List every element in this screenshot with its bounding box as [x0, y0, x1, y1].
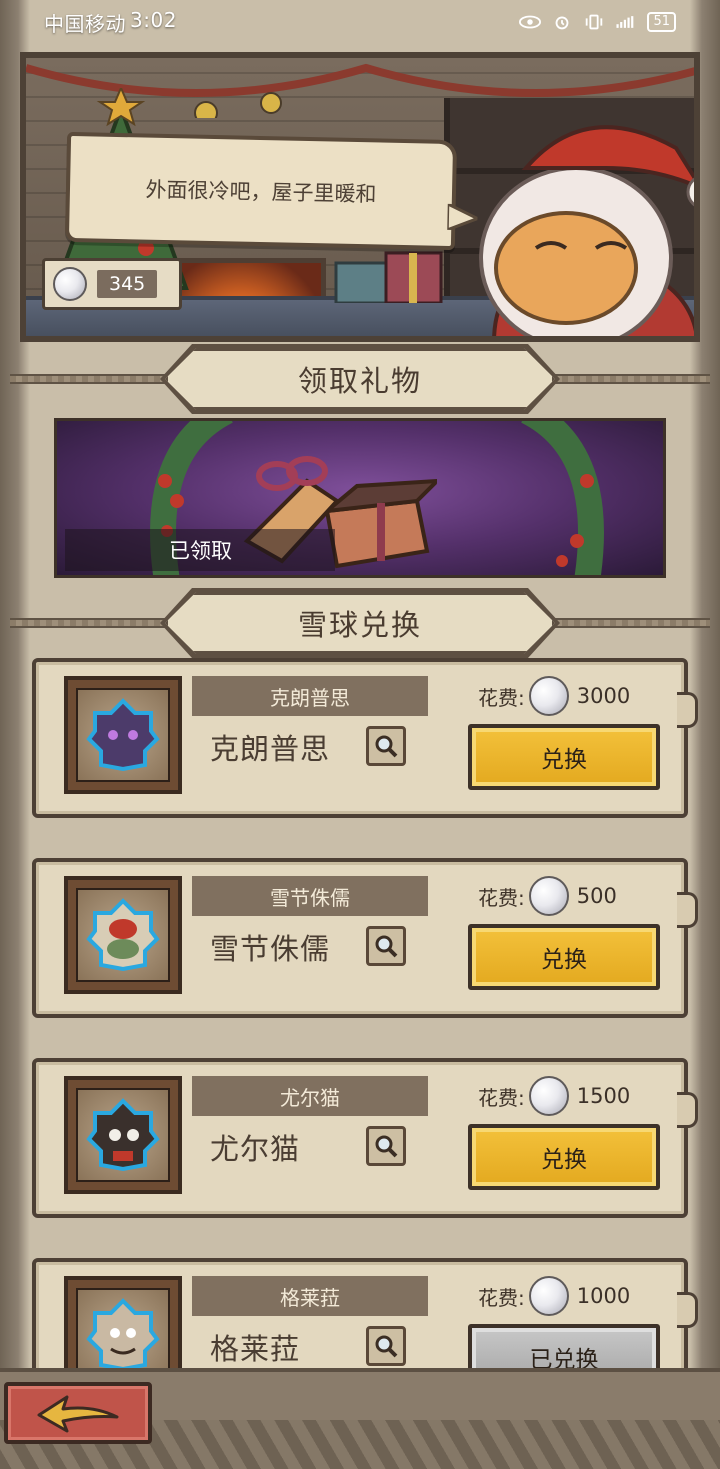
snowball-icon [528, 676, 569, 716]
snowball-icon [53, 267, 87, 301]
inspect-button[interactable] [366, 726, 406, 766]
exchange-item-card: 雪节侏儒 雪节侏儒 花费: 500 兑换 [32, 858, 698, 1018]
inspect-button[interactable] [366, 926, 406, 966]
exchanged-button[interactable]: 已兑换 [468, 1324, 660, 1368]
krampus-avatar-icon [86, 698, 160, 772]
item-name-tag: 格莱菈 [192, 1276, 428, 1316]
character-portrait [76, 1288, 170, 1368]
alarm-icon [556, 16, 569, 30]
snowball-icon [528, 1076, 569, 1116]
status-left: 中国移动 3:02 [44, 8, 519, 37]
back-button[interactable] [4, 1382, 152, 1444]
exchange-button[interactable]: 兑换 [468, 724, 660, 790]
inspect-button[interactable] [366, 1326, 406, 1366]
item-name-tag: 雪节侏儒 [192, 876, 428, 916]
cost-label: 花费: [478, 1085, 525, 1110]
wreath-right-illustration [520, 421, 604, 575]
cost-value: 1000 [576, 1284, 631, 1308]
exchange-item-card: 克朗普思 克朗普思 花费: 3000 兑换 [32, 658, 698, 818]
vibrate-icon [586, 14, 603, 30]
exchange-button[interactable]: 兑换 [468, 924, 660, 990]
snowball-icon [528, 1276, 569, 1316]
item-cost: 花费: 3000 [478, 676, 630, 716]
character-portrait-frame[interactable] [64, 876, 182, 994]
npc-speech-text: 外面很冷吧，屋子里暖和 [145, 177, 377, 207]
gryla-avatar-icon [86, 1298, 160, 1368]
gift-section-title: 领取礼物 [165, 348, 555, 410]
search-icon [375, 1135, 398, 1158]
signal-icon [616, 16, 634, 28]
status-bar: 中国移动 3:02 51 [0, 0, 720, 44]
battery-indicator: 51 [647, 12, 676, 32]
item-cost: 花费: 1500 [478, 1076, 630, 1116]
santa-alpaca-illustration [479, 125, 694, 336]
snowball-balance-value: 345 [97, 270, 158, 298]
cost-label: 花费: [478, 685, 525, 710]
eye-icon [519, 15, 542, 29]
character-portrait [76, 1088, 170, 1182]
character-portrait [76, 688, 170, 782]
exchange-button[interactable]: 兑换 [468, 1124, 660, 1190]
snowball-balance: 345 [42, 258, 182, 310]
cost-value: 500 [576, 884, 617, 908]
yule-cat-avatar-icon [86, 1098, 160, 1172]
exchange-list[interactable]: 克朗普思 克朗普思 花费: 3000 兑换 雪节侏儒 雪节侏儒 花费: 500 … [0, 650, 720, 1368]
exchange-section-header: 雪球兑换 [0, 586, 720, 660]
gift-banner[interactable]: 已领取 [54, 418, 666, 578]
app-root: 中国移动 3:02 51 外面很冷吧，屋子里暖和 345 领取礼物 已领取 雪球… [0, 0, 720, 1469]
inspect-button[interactable] [366, 1126, 406, 1166]
character-portrait-frame[interactable] [64, 1076, 182, 1194]
item-name-tag: 克朗普思 [192, 676, 428, 716]
cost-label: 花费: [478, 885, 525, 910]
item-name: 克朗普思 [210, 732, 331, 766]
search-icon [375, 1335, 398, 1358]
speech-tail-decoration [447, 203, 478, 231]
cost-value: 3000 [576, 684, 631, 708]
item-name-tag: 尤尔猫 [192, 1076, 428, 1116]
gift-claimed-status: 已领取 [65, 529, 335, 571]
cost-value: 1500 [576, 1084, 631, 1108]
shop-scene: 外面很冷吧，屋子里暖和 345 [20, 52, 700, 342]
character-portrait-frame[interactable] [64, 676, 182, 794]
character-portrait [76, 888, 170, 982]
carrier-name: 中国移动 [44, 11, 126, 36]
cost-label: 花费: [478, 1285, 525, 1310]
item-name: 尤尔猫 [210, 1132, 301, 1166]
status-right: 51 [519, 12, 676, 32]
exchange-item-card: 格莱菈 格莱菈 花费: 1000 已兑换 [32, 1258, 698, 1368]
search-icon [375, 735, 398, 758]
item-cost: 花费: 1000 [478, 1276, 630, 1316]
bottom-bar [0, 1368, 720, 1469]
gift-section-header: 领取礼物 [0, 342, 720, 416]
search-icon [375, 935, 398, 958]
npc-speech-bubble: 外面很冷吧，屋子里暖和 [64, 131, 478, 251]
item-cost: 花费: 500 [478, 876, 617, 916]
snowball-icon [528, 876, 569, 916]
item-name: 格莱菈 [210, 1332, 301, 1366]
back-arrow-icon [37, 1395, 119, 1433]
clock: 3:02 [130, 7, 177, 32]
exchange-item-card: 尤尔猫 尤尔猫 花费: 1500 兑换 [32, 1058, 698, 1218]
exchange-section-title: 雪球兑换 [165, 592, 555, 654]
character-portrait-frame[interactable] [64, 1276, 182, 1368]
item-name: 雪节侏儒 [210, 932, 331, 966]
gnome-avatar-icon [86, 898, 160, 972]
